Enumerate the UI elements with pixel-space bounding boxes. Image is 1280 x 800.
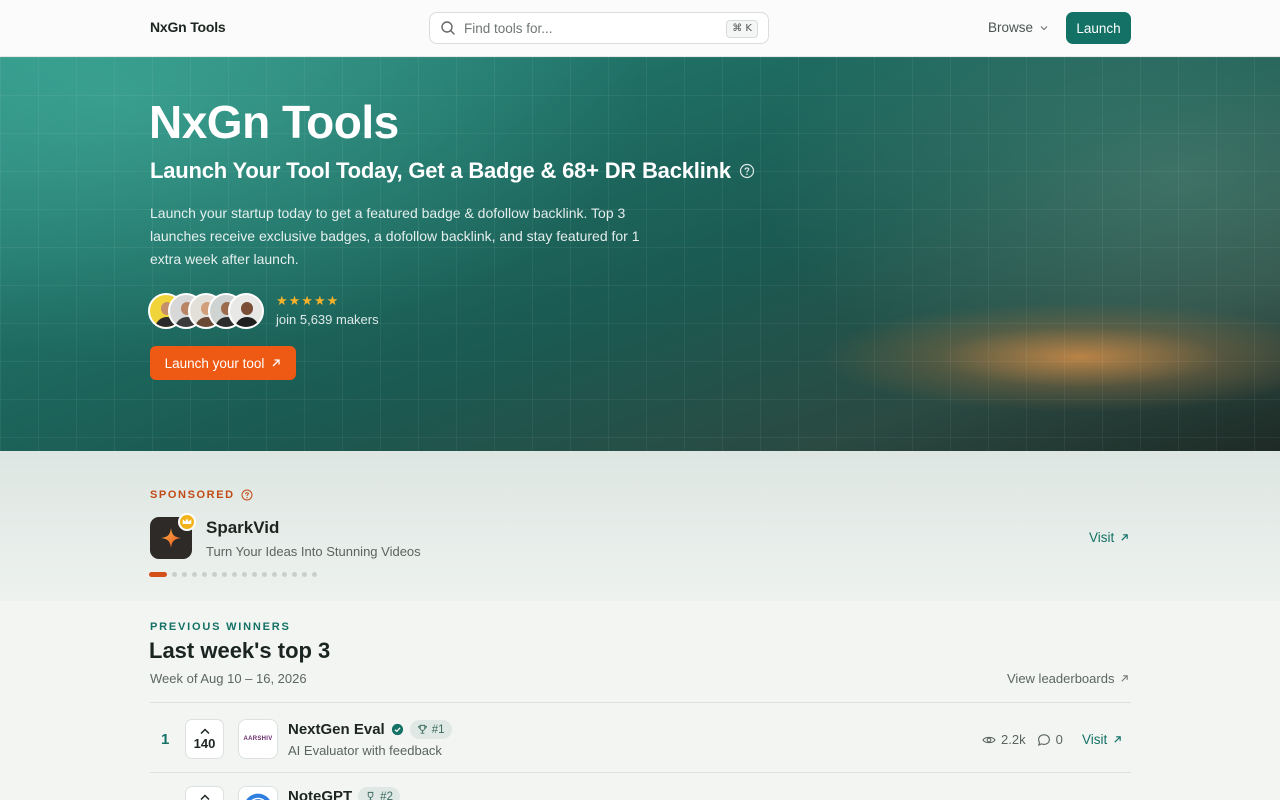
arrow-up-right-icon xyxy=(1121,675,1129,682)
makers-social-proof: ★★★★★ join 5,639 makers xyxy=(148,293,379,329)
makers-count: join 5,639 makers xyxy=(276,312,379,327)
help-circle-icon[interactable] xyxy=(241,489,253,501)
comment-count: 0 xyxy=(1055,732,1063,747)
carousel-dot[interactable] xyxy=(149,572,167,577)
tool-title[interactable]: NextGen Eval #1 xyxy=(288,720,452,739)
crown-badge-icon xyxy=(178,513,196,531)
chevron-down-icon xyxy=(1040,25,1048,30)
visit-label: Visit xyxy=(1089,530,1115,545)
site-logo[interactable]: NxGn Tools xyxy=(150,19,226,35)
launch-your-tool-button[interactable]: Launch your tool xyxy=(150,346,296,380)
notegpt-logo-icon xyxy=(246,793,270,800)
carousel-dot[interactable] xyxy=(172,572,177,577)
view-leaderboards-link[interactable]: View leaderboards xyxy=(1007,671,1129,686)
tool-name: NextGen Eval xyxy=(288,721,385,738)
cta-label: Launch your tool xyxy=(164,355,265,371)
carousel-dot[interactable] xyxy=(312,572,317,577)
launch-button[interactable]: Launch xyxy=(1066,12,1131,44)
hero-description: Launch your startup today to get a featu… xyxy=(150,205,640,267)
browse-menu-button[interactable]: Browse xyxy=(988,20,1049,35)
visit-label: Visit xyxy=(1082,732,1108,747)
carousel-dot[interactable] xyxy=(232,572,237,577)
view-count: 2.2k xyxy=(1001,732,1026,747)
rating-block: ★★★★★ join 5,639 makers xyxy=(276,294,379,328)
carousel-dot[interactable] xyxy=(242,572,247,577)
carousel-dot[interactable] xyxy=(202,572,207,577)
view-leaderboards-label: View leaderboards xyxy=(1007,671,1115,686)
hero-subtitle-text: Launch Your Tool Today, Get a Badge & 68… xyxy=(150,158,731,183)
carousel-dot[interactable] xyxy=(192,572,197,577)
rank-badge-text: #1 xyxy=(431,723,445,736)
hero-section: NxGn Tools Launch Your Tool Today, Get a… xyxy=(0,57,1280,451)
carousel-pagination xyxy=(149,572,317,577)
upvote-button[interactable]: 140 xyxy=(185,719,224,759)
search-shortcut-hint: ⌘ K xyxy=(726,20,758,38)
trophy-icon xyxy=(367,791,374,800)
carousel-dot[interactable] xyxy=(302,572,307,577)
star-rating: ★★★★★ xyxy=(276,294,340,309)
verified-check-icon xyxy=(391,723,403,736)
carousel-dot[interactable] xyxy=(262,572,267,577)
comment-icon xyxy=(1037,733,1050,746)
browse-label: Browse xyxy=(988,20,1034,35)
winners-week-range: Week of Aug 10 – 16, 2026 xyxy=(150,671,307,686)
upvote-button[interactable] xyxy=(185,786,224,800)
carousel-dot[interactable] xyxy=(222,572,227,577)
sponsor-tagline: Turn Your Ideas Into Stunning Videos xyxy=(206,544,421,559)
tool-stats: 2.2k 0 xyxy=(982,732,1063,747)
rank-badge-text: #2 xyxy=(380,790,393,800)
carousel-dot[interactable] xyxy=(292,572,297,577)
previous-winners-label: PREVIOUS WINNERS xyxy=(150,621,291,633)
rank-badge: #2 xyxy=(358,787,400,800)
chevron-up-icon xyxy=(199,794,210,800)
divider xyxy=(150,702,1131,703)
maker-avatars xyxy=(148,293,264,329)
winners-title: Last week's top 3 xyxy=(149,638,331,663)
search-icon xyxy=(441,21,455,35)
arrow-up-right-icon xyxy=(272,359,281,367)
rank-badge: #1 xyxy=(409,720,452,739)
hero-title: NxGn Tools xyxy=(149,96,399,148)
carousel-dot[interactable] xyxy=(272,572,277,577)
tool-visit-link[interactable]: Visit xyxy=(1082,732,1122,747)
divider xyxy=(150,772,1131,773)
winner-rank: 1 xyxy=(161,731,170,748)
arrow-up-right-icon xyxy=(1114,736,1122,743)
eye-icon xyxy=(982,736,996,743)
help-circle-icon[interactable] xyxy=(739,163,755,179)
chevron-up-icon xyxy=(199,728,210,735)
carousel-dot[interactable] xyxy=(182,572,187,577)
arrow-up-right-icon xyxy=(1121,534,1129,541)
carousel-dot[interactable] xyxy=(282,572,287,577)
sponsor-visit-link[interactable]: Visit xyxy=(1089,530,1129,545)
avatar xyxy=(228,293,264,329)
search-input[interactable] xyxy=(464,20,724,36)
tool-name: NoteGPT xyxy=(288,788,353,800)
tool-title[interactable]: NoteGPT #2 xyxy=(288,787,400,800)
sponsored-label: SPONSORED xyxy=(150,489,253,501)
upvote-count: 140 xyxy=(193,736,216,751)
hero-subtitle: Launch Your Tool Today, Get a Badge & 68… xyxy=(150,158,755,184)
top-navbar: NxGn Tools ⌘ K Browse Launch xyxy=(0,0,1280,57)
tool-logo[interactable] xyxy=(238,786,278,800)
trophy-icon xyxy=(417,724,427,734)
carousel-dot[interactable] xyxy=(212,572,217,577)
carousel-dot[interactable] xyxy=(252,572,257,577)
tool-description: AI Evaluator with feedback xyxy=(288,743,442,758)
tool-logo[interactable]: AARSHIV xyxy=(238,719,278,759)
sponsored-label-text: SPONSORED xyxy=(150,489,235,501)
sponsor-name[interactable]: SparkVid xyxy=(206,518,279,538)
search-box[interactable]: ⌘ K xyxy=(429,12,769,44)
